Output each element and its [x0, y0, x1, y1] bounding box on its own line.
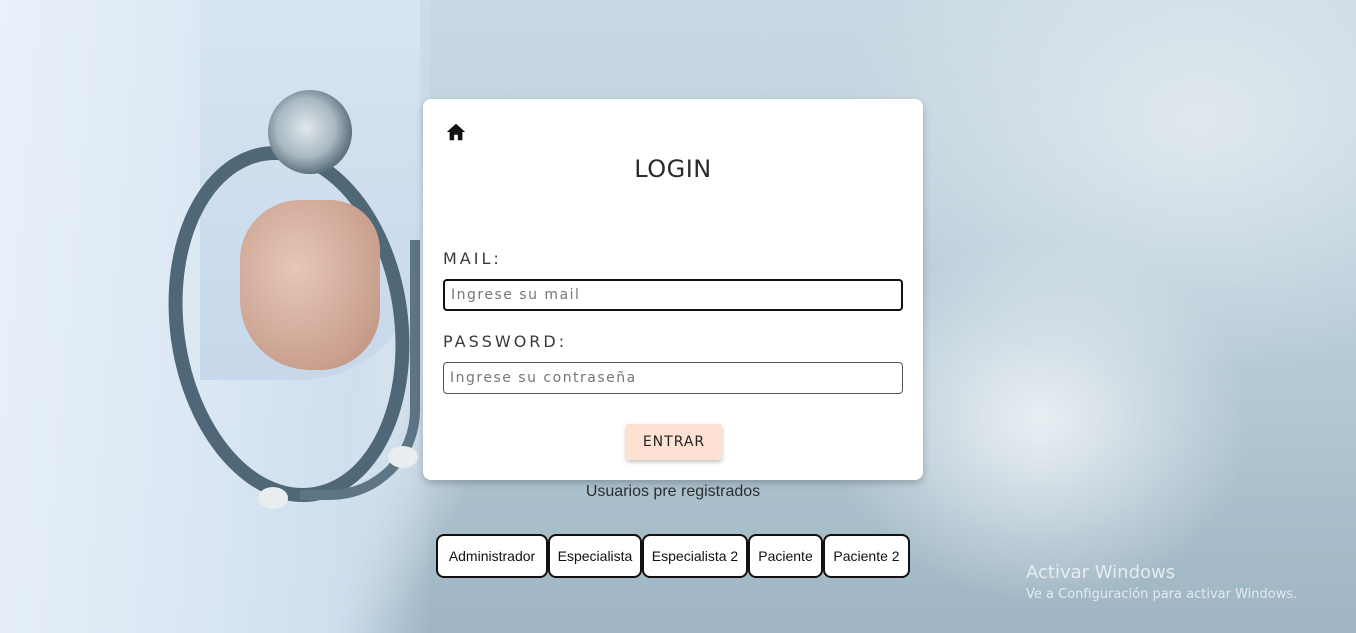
enter-button[interactable]: ENTRAR [626, 424, 722, 460]
password-input[interactable] [443, 362, 903, 394]
login-card: LOGIN MAIL: PASSWORD: ENTRAR [423, 99, 923, 480]
watermark-title: Activar Windows [1026, 562, 1176, 583]
quick-login-administrador[interactable]: Administrador [436, 534, 548, 578]
stethoscope-chestpiece [268, 90, 352, 174]
quick-login-especialista[interactable]: Especialista [548, 534, 642, 578]
watermark-subtitle: Ve a Configuración para activar Windows. [1026, 587, 1298, 602]
quick-login-paciente-2[interactable]: Paciente 2 [823, 534, 910, 578]
quick-login-especialista-2[interactable]: Especialista 2 [642, 534, 748, 578]
stethoscope-ear-tip [258, 487, 288, 509]
page-title: LOGIN [634, 155, 712, 183]
home-button[interactable] [445, 121, 467, 143]
preregistered-heading: Usuarios pre registrados [585, 483, 761, 500]
password-label: PASSWORD: [443, 332, 568, 351]
stethoscope-ear-tip [388, 446, 418, 468]
quick-login-paciente[interactable]: Paciente [748, 534, 823, 578]
mail-label: MAIL: [443, 249, 502, 268]
home-icon [446, 123, 466, 141]
mail-input[interactable] [443, 279, 903, 311]
windows-activation-watermark: Activar Windows Ve a Configuración para … [1026, 562, 1297, 602]
